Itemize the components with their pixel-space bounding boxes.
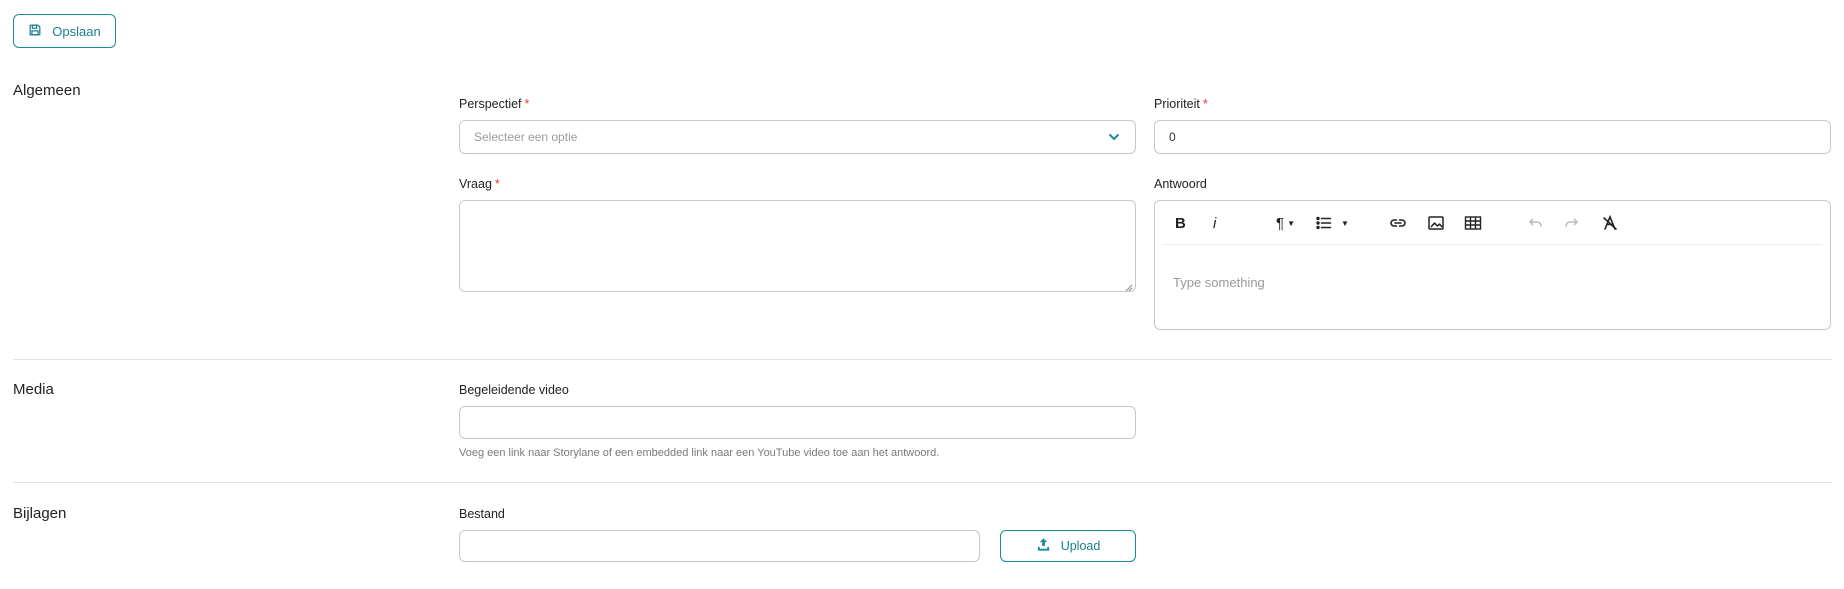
- upload-button[interactable]: Upload: [1000, 530, 1136, 562]
- answer-label: Antwoord: [1154, 177, 1207, 191]
- section-title-attachments: Bijlagen: [13, 505, 67, 522]
- required-mark: *: [494, 177, 500, 191]
- perspective-placeholder: Selecteer een optie: [474, 130, 578, 144]
- question-label: Vraag *: [459, 177, 500, 191]
- question-textarea[interactable]: [459, 200, 1136, 292]
- upload-icon: [1036, 537, 1051, 555]
- required-mark: *: [524, 97, 530, 111]
- answer-editor[interactable]: B i ¶ ▼ ▼ Type something: [1154, 200, 1831, 330]
- redo-icon[interactable]: [1563, 212, 1581, 234]
- image-icon[interactable]: [1427, 212, 1445, 234]
- resize-handle-icon[interactable]: [1125, 281, 1133, 292]
- video-input[interactable]: [459, 406, 1136, 439]
- toolbar-divider: [1163, 244, 1822, 245]
- upload-button-label: Upload: [1060, 539, 1101, 553]
- caret-down-icon: ▼: [1287, 218, 1295, 228]
- undo-icon[interactable]: [1526, 212, 1544, 234]
- section-title-media: Media: [13, 381, 54, 398]
- caret-down-icon: ▼: [1341, 218, 1349, 228]
- chevron-down-icon: [1107, 130, 1121, 144]
- priority-label-text: Prioriteit: [1154, 97, 1200, 111]
- list-icon[interactable]: ▼: [1315, 212, 1349, 234]
- section-title-general: Algemeen: [13, 82, 81, 99]
- italic-icon[interactable]: i: [1213, 212, 1216, 234]
- table-icon[interactable]: [1464, 212, 1482, 234]
- paragraph-glyph: ¶: [1276, 214, 1285, 232]
- bold-icon[interactable]: B: [1175, 212, 1186, 234]
- video-label: Begeleidende video: [459, 383, 569, 397]
- priority-label: Prioriteit *: [1154, 97, 1208, 111]
- link-icon[interactable]: [1389, 212, 1407, 234]
- question-label-text: Vraag: [459, 177, 492, 191]
- section-divider: [13, 359, 1832, 360]
- file-input[interactable]: [459, 530, 980, 562]
- file-label: Bestand: [459, 507, 505, 521]
- save-button[interactable]: Opslaan: [13, 14, 116, 48]
- perspective-select[interactable]: Selecteer een optie: [459, 120, 1136, 154]
- clear-format-icon[interactable]: [1601, 212, 1619, 234]
- floppy-disk-icon: [28, 23, 42, 40]
- save-button-label: Opslaan: [52, 23, 101, 39]
- perspective-label: Perspectief *: [459, 97, 529, 111]
- perspective-label-text: Perspectief: [459, 97, 522, 111]
- editor-placeholder: Type something: [1173, 275, 1265, 290]
- editor-toolbar: B i ¶ ▼ ▼: [1155, 201, 1830, 245]
- priority-value: 0: [1169, 130, 1176, 144]
- section-divider: [13, 482, 1832, 483]
- paragraph-icon[interactable]: ¶ ▼: [1276, 212, 1295, 234]
- required-mark: *: [1202, 97, 1208, 111]
- video-hint: Voeg een link naar Storylane of een embe…: [459, 447, 940, 459]
- priority-input[interactable]: 0: [1154, 120, 1831, 154]
